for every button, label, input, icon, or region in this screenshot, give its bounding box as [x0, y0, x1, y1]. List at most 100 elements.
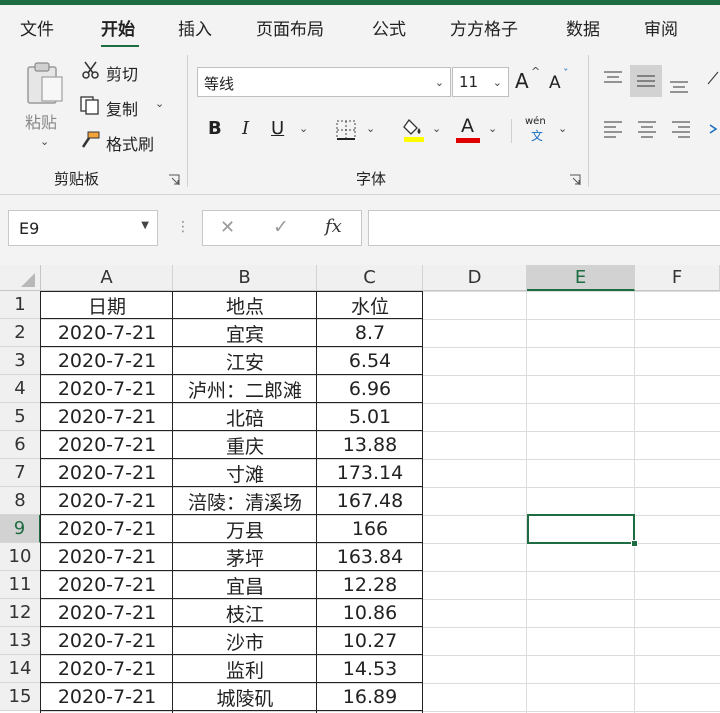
cell-c15[interactable]: 16.89 — [317, 683, 423, 711]
underline-button[interactable]: U — [271, 118, 284, 139]
column-header-d[interactable]: D — [423, 265, 527, 291]
cell-a15[interactable]: 2020-7-21 — [41, 683, 173, 711]
select-all-button[interactable] — [0, 265, 41, 291]
phonetic-guide-top[interactable]: wén — [525, 116, 546, 127]
cell-c6[interactable]: 13.88 — [317, 431, 423, 459]
align-right-icon[interactable] — [668, 117, 694, 141]
cut-label[interactable]: 剪切 — [106, 61, 138, 85]
copy-icon[interactable] — [78, 94, 102, 116]
font-color-button[interactable]: A — [461, 115, 474, 137]
align-left-icon[interactable] — [600, 117, 626, 141]
column-header-c[interactable]: C — [317, 265, 423, 291]
cell-c12[interactable]: 10.86 — [317, 599, 423, 627]
name-box[interactable]: E9 ▼ — [8, 210, 158, 246]
orientation-icon[interactable] — [706, 67, 720, 89]
cell-a4[interactable]: 2020-7-21 — [41, 375, 173, 403]
cell-c2[interactable]: 8.7 — [317, 319, 423, 347]
column-header-e[interactable]: E — [527, 265, 635, 291]
cell-c10[interactable]: 163.84 — [317, 543, 423, 571]
cell-a8[interactable]: 2020-7-21 — [41, 487, 173, 515]
borders-dropdown-icon[interactable]: ⌄ — [366, 122, 375, 135]
font-name-select[interactable]: 等线 ⌄ — [197, 67, 451, 97]
cell-b12[interactable]: 枝江 — [173, 599, 317, 627]
cell-b11[interactable]: 宜昌 — [173, 571, 317, 599]
cell-c11[interactable]: 12.28 — [317, 571, 423, 599]
cell-a10[interactable]: 2020-7-21 — [41, 543, 173, 571]
row-header-2[interactable]: 2 — [0, 319, 41, 347]
fill-color-dropdown-icon[interactable]: ⌄ — [432, 122, 441, 135]
row-header-13[interactable]: 13 — [0, 627, 41, 655]
cell-b1[interactable]: 地点 — [173, 291, 317, 319]
cell-a2[interactable]: 2020-7-21 — [41, 319, 173, 347]
cell-a9[interactable]: 2020-7-21 — [41, 515, 173, 543]
cell-a14[interactable]: 2020-7-21 — [41, 655, 173, 683]
row-header-14[interactable]: 14 — [0, 655, 41, 683]
fill-color-icon[interactable] — [400, 115, 428, 143]
tab-home[interactable]: 开始 — [101, 15, 135, 40]
cell-b3[interactable]: 江安 — [173, 347, 317, 375]
drag-handle-icon[interactable]: ⋮ — [176, 219, 190, 235]
formula-input[interactable] — [368, 210, 720, 246]
spreadsheet-grid[interactable]: A B C D E F 1 日期 地点 水位 2 2020-7-21 宜宾 8.7 3 2020-7-21 江安… — [0, 265, 720, 713]
paste-icon[interactable] — [22, 59, 66, 107]
cell-c4[interactable]: 6.96 — [317, 375, 423, 403]
font-size-select[interactable]: 11 ⌄ — [452, 67, 509, 97]
cell-c3[interactable]: 6.54 — [317, 347, 423, 375]
row-header-5[interactable]: 5 — [0, 403, 41, 431]
cell-b7[interactable]: 寸滩 — [173, 459, 317, 487]
cell-b13[interactable]: 沙市 — [173, 627, 317, 655]
row-header-15[interactable]: 15 — [0, 683, 41, 711]
row-header-1[interactable]: 1 — [0, 291, 41, 319]
row-header-9[interactable]: 9 — [0, 515, 41, 543]
cell-a5[interactable]: 2020-7-21 — [41, 403, 173, 431]
cell-b9[interactable]: 万县 — [173, 515, 317, 543]
font-dialog-launcher-icon[interactable] — [569, 174, 581, 186]
row-header-6[interactable]: 6 — [0, 431, 41, 459]
cell-c9[interactable]: 166 — [317, 515, 423, 543]
cut-icon[interactable] — [80, 59, 102, 81]
cell-b15[interactable]: 城陵矶 — [173, 683, 317, 711]
cell-a11[interactable]: 2020-7-21 — [41, 571, 173, 599]
copy-label[interactable]: 复制 — [106, 96, 138, 120]
decrease-font-size-button[interactable]: A — [549, 73, 561, 93]
column-header-a[interactable]: A — [41, 265, 173, 291]
tab-page-layout[interactable]: 页面布局 — [256, 15, 324, 40]
cell-a13[interactable]: 2020-7-21 — [41, 627, 173, 655]
column-header-b[interactable]: B — [173, 265, 317, 291]
cell-b4[interactable]: 泸州：二郎滩 — [173, 375, 317, 403]
row-header-7[interactable]: 7 — [0, 459, 41, 487]
align-bottom-icon[interactable] — [666, 75, 692, 97]
tab-file[interactable]: 文件 — [20, 15, 54, 40]
underline-dropdown-icon[interactable]: ⌄ — [299, 122, 308, 135]
align-top-icon[interactable] — [600, 67, 626, 89]
row-header-11[interactable]: 11 — [0, 571, 41, 599]
tab-review[interactable]: 审阅 — [644, 15, 678, 40]
bold-button[interactable]: B — [208, 118, 222, 139]
cancel-icon[interactable]: ✕ — [220, 217, 235, 238]
borders-icon[interactable] — [334, 118, 358, 142]
cell-a3[interactable]: 2020-7-21 — [41, 347, 173, 375]
column-header-f[interactable]: F — [635, 265, 720, 291]
copy-dropdown-icon[interactable]: ⌄ — [155, 97, 164, 110]
cell-c7[interactable]: 173.14 — [317, 459, 423, 487]
tab-data[interactable]: 数据 — [566, 15, 600, 40]
cell-b2[interactable]: 宜宾 — [173, 319, 317, 347]
row-header-8[interactable]: 8 — [0, 487, 41, 515]
cell-c5[interactable]: 5.01 — [317, 403, 423, 431]
tab-formulas[interactable]: 公式 — [372, 15, 406, 40]
indent-icon[interactable] — [708, 117, 720, 141]
cell-c1[interactable]: 水位 — [317, 291, 423, 319]
cell-b5[interactable]: 北碚 — [173, 403, 317, 431]
cell-b8[interactable]: 涪陵：清溪场 — [173, 487, 317, 515]
cell-a7[interactable]: 2020-7-21 — [41, 459, 173, 487]
tab-fangfanggezi[interactable]: 方方格子 — [450, 15, 518, 40]
cell-b14[interactable]: 监利 — [173, 655, 317, 683]
clipboard-dialog-launcher-icon[interactable] — [168, 174, 180, 186]
cell-a1[interactable]: 日期 — [41, 291, 173, 319]
cell-a6[interactable]: 2020-7-21 — [41, 431, 173, 459]
row-header-4[interactable]: 4 — [0, 375, 41, 403]
italic-button[interactable]: I — [242, 118, 249, 139]
insert-function-icon[interactable]: fx — [325, 216, 342, 237]
format-painter-icon[interactable] — [78, 129, 102, 151]
cell-b10[interactable]: 茅坪 — [173, 543, 317, 571]
